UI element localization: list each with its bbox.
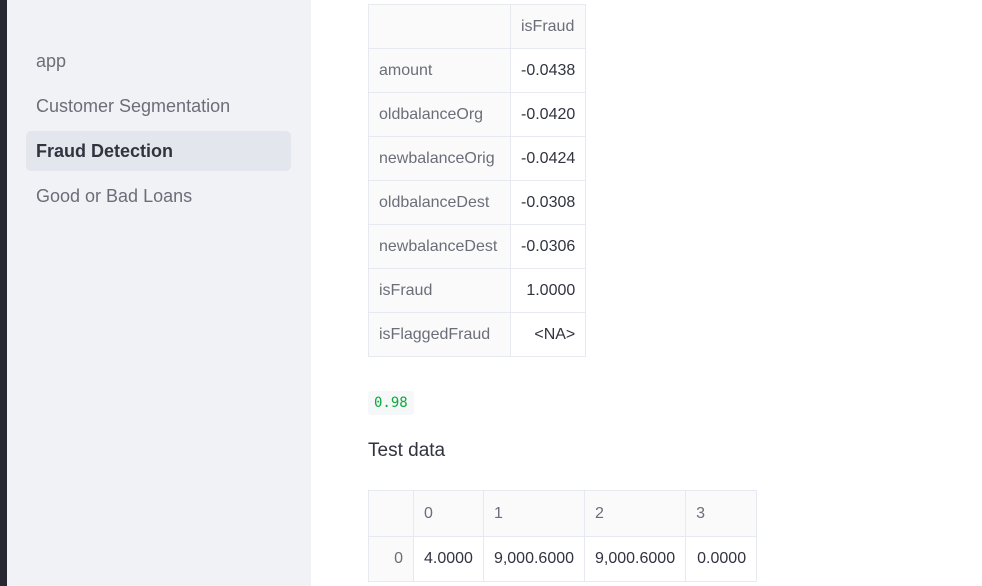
table-row: oldbalanceOrg -0.0420: [368, 92, 587, 137]
index-header-cell: [368, 490, 414, 537]
row-index: 0: [368, 536, 414, 582]
cell-value: 0.0000: [685, 536, 758, 582]
row-label: amount: [368, 48, 511, 93]
sidebar: app Customer Segmentation Fraud Detectio…: [7, 0, 311, 586]
column-header: 2: [584, 490, 687, 537]
cell-value: 1.0000: [509, 268, 587, 313]
accuracy-value: 0.98: [368, 391, 414, 415]
row-label: oldbalanceDest: [368, 180, 511, 225]
cell-value: -0.0308: [509, 180, 587, 225]
sidebar-item-customer-segmentation[interactable]: Customer Segmentation: [26, 86, 291, 126]
row-label: isFraud: [368, 268, 511, 313]
cell-value: 9,000.6000: [482, 536, 586, 582]
cell-value: 9,000.6000: [584, 536, 687, 582]
row-label: newbalanceDest: [368, 224, 511, 269]
sidebar-item-app[interactable]: app: [26, 41, 291, 81]
index-header-cell: [368, 4, 511, 49]
section-title-test-data: Test data: [368, 440, 446, 461]
table-row: isFlaggedFraud <NA>: [368, 312, 587, 357]
main-content: isFraud amount -0.0438 oldbalanceOrg -0.…: [311, 0, 982, 586]
row-label: isFlaggedFraud: [368, 312, 511, 357]
window-edge: [0, 0, 7, 586]
column-header: 3: [685, 490, 758, 537]
column-header: isFraud: [509, 4, 587, 49]
sidebar-item-good-or-bad-loans[interactable]: Good or Bad Loans: [26, 176, 291, 216]
cell-value: -0.0306: [509, 224, 587, 269]
cell-value: 4.0000: [413, 536, 484, 582]
row-label: newbalanceOrig: [368, 136, 511, 181]
cell-value: -0.0420: [509, 92, 587, 137]
cell-value: -0.0424: [509, 136, 587, 181]
row-label: oldbalanceOrg: [368, 92, 511, 137]
table-row: 0 4.0000 9,000.6000 9,000.6000 0.0000: [368, 536, 758, 582]
cell-value: <NA>: [509, 312, 587, 357]
table-header-row: isFraud: [368, 4, 587, 49]
table-row: oldbalanceDest -0.0308: [368, 180, 587, 225]
correlation-table: isFraud amount -0.0438 oldbalanceOrg -0.…: [368, 4, 587, 357]
table-header-row: 0 1 2 3: [368, 490, 758, 537]
table-row: amount -0.0438: [368, 48, 587, 93]
test-data-table: 0 1 2 3 0 4.0000 9,000.6000 9,000.6000 0…: [368, 490, 758, 582]
table-row: isFraud 1.0000: [368, 268, 587, 313]
column-header: 0: [413, 490, 484, 537]
table-row: newbalanceDest -0.0306: [368, 224, 587, 269]
column-header: 1: [482, 490, 586, 537]
cell-value: -0.0438: [509, 48, 587, 93]
sidebar-item-fraud-detection[interactable]: Fraud Detection: [26, 131, 291, 171]
table-row: newbalanceOrig -0.0424: [368, 136, 587, 181]
